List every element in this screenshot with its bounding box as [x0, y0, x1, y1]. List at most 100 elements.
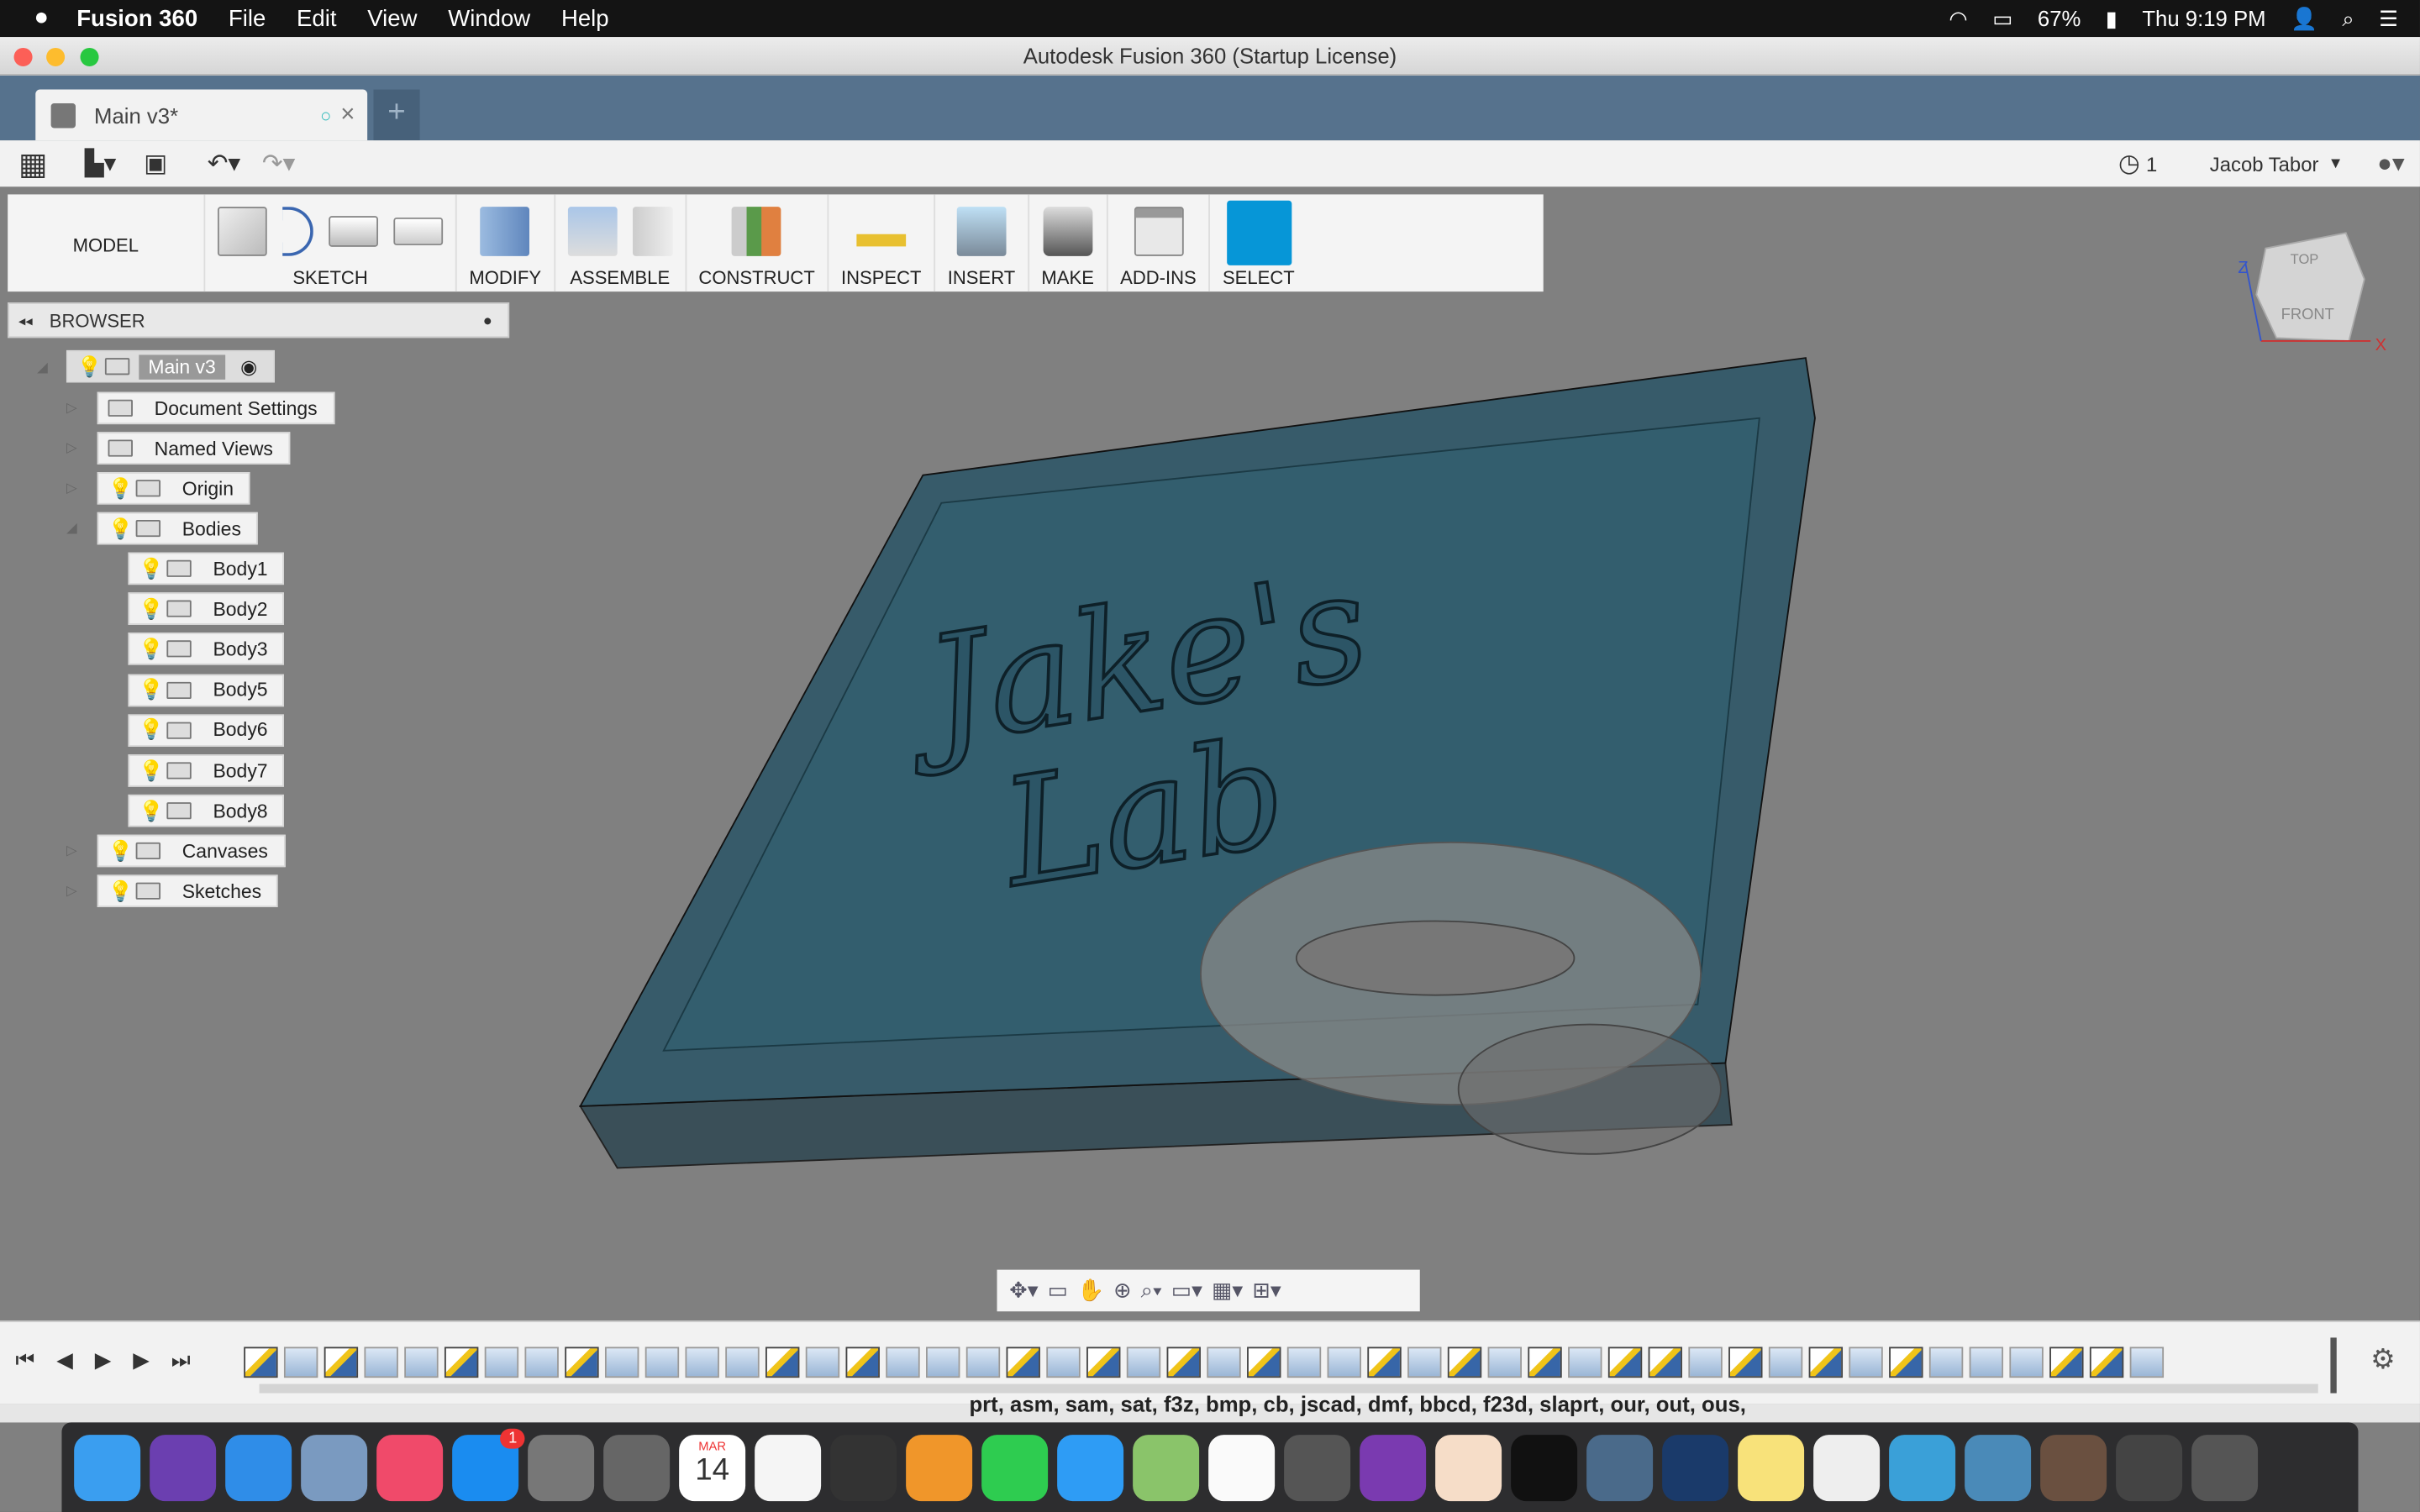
desktop-icon[interactable] — [2116, 1434, 2183, 1501]
timeline-extrude-icon[interactable] — [1046, 1347, 1081, 1378]
music-file-icon[interactable] — [1813, 1434, 1881, 1501]
photos-icon[interactable] — [755, 1434, 822, 1501]
timeline-sketch-icon[interactable] — [845, 1347, 880, 1378]
folder-icon[interactable] — [1965, 1434, 2032, 1501]
browser-options-icon[interactable]: ● — [483, 304, 492, 339]
terminal-icon[interactable] — [1511, 1434, 1578, 1501]
grid-icon[interactable]: ▦▾ — [1212, 1278, 1243, 1304]
activate-radio[interactable]: ◉ — [240, 354, 257, 378]
visibility-bulb-icon[interactable]: 💡 — [108, 476, 134, 501]
timeline-sketch-icon[interactable] — [1367, 1347, 1402, 1378]
visibility-bulb-icon[interactable]: 💡 — [139, 556, 164, 580]
visibility-bulb-icon[interactable]: 💡 — [139, 637, 164, 661]
visibility-bulb-icon[interactable]: 💡 — [108, 879, 134, 903]
timeline-fillet-icon[interactable] — [524, 1347, 559, 1378]
siri-icon[interactable] — [150, 1434, 217, 1501]
documents-icon[interactable] — [2040, 1434, 2107, 1501]
search-icon[interactable]: ⌕ — [2342, 5, 2354, 31]
timeline-sketch-icon[interactable] — [1808, 1347, 1844, 1378]
tree-body-item[interactable]: 💡 Body3 — [128, 633, 285, 666]
display-settings-icon[interactable]: ▭▾ — [1171, 1278, 1202, 1304]
timeline-sketch-icon[interactable] — [1648, 1347, 1683, 1378]
timeline-prev-icon[interactable]: ◀ — [56, 1347, 73, 1373]
viewcube-front[interactable]: FRONT — [2281, 305, 2334, 323]
timeline-sketch-icon[interactable] — [1889, 1347, 1923, 1378]
timeline-extrude-icon[interactable] — [1849, 1347, 1883, 1378]
tree-root[interactable]: 💡 Main v3 ◉ — [66, 349, 275, 383]
timeline-extrude-icon[interactable] — [1768, 1347, 1803, 1378]
help-icon[interactable]: ●▾ — [2377, 148, 2405, 179]
timeline-sketch-icon[interactable] — [565, 1347, 599, 1378]
viewcube-top[interactable]: TOP — [2291, 251, 2319, 267]
timeline-move-icon[interactable] — [725, 1347, 760, 1378]
maps-icon[interactable] — [1133, 1434, 1200, 1501]
tree-body-item[interactable]: 💡 Body7 — [128, 754, 285, 787]
apple-icon[interactable]: ● — [34, 5, 49, 33]
visibility-bulb-icon[interactable]: 💡 — [139, 799, 164, 823]
timeline-sketch-icon[interactable] — [2089, 1347, 2124, 1378]
close-tab-icon[interactable]: × — [340, 101, 355, 129]
menu-view[interactable]: View — [367, 5, 417, 31]
books-icon[interactable] — [1360, 1434, 1427, 1501]
timeline-play-icon[interactable]: ▶ — [95, 1347, 112, 1373]
notes-icon[interactable] — [1738, 1434, 1805, 1501]
tree-item[interactable]: 💡 Bodies — [97, 512, 259, 545]
timeline-extrude-icon[interactable] — [886, 1347, 920, 1378]
menu-file[interactable]: File — [229, 5, 266, 31]
visibility-bulb-icon[interactable]: 💡 — [139, 596, 164, 621]
trash-icon[interactable] — [2191, 1434, 2259, 1501]
expand-icon[interactable]: ▷ — [66, 843, 77, 859]
tree-body-item[interactable]: 💡 Body6 — [128, 714, 285, 747]
tree-item[interactable]: 💡 Canvases — [97, 834, 286, 868]
tree-body-item[interactable]: 💡 Body2 — [128, 592, 285, 626]
home-icon[interactable] — [906, 1434, 973, 1501]
fusion-360-icon[interactable] — [1435, 1434, 1502, 1501]
timeline-extrude-icon[interactable] — [965, 1347, 1001, 1378]
timeline-sketch-icon[interactable] — [1247, 1347, 1281, 1378]
file-menu-icon[interactable]: ▙▾ — [85, 148, 116, 179]
timeline-next-icon[interactable]: ▶ — [133, 1347, 150, 1373]
data-panel-icon[interactable]: ▦ — [18, 144, 48, 183]
downloads-icon[interactable] — [1889, 1434, 1956, 1501]
collapse-browser-icon[interactable]: ◂◂ — [18, 304, 33, 339]
expand-icon[interactable]: ▷ — [66, 480, 77, 496]
visibility-bulb-icon[interactable]: 💡 — [139, 718, 164, 743]
timeline-sketch-icon[interactable] — [765, 1347, 800, 1378]
menu-window[interactable]: Window — [448, 5, 530, 31]
timeline-sketch-icon[interactable] — [324, 1347, 359, 1378]
tree-item[interactable]: Named Views — [97, 432, 291, 465]
timeline-sketch-icon[interactable] — [1528, 1347, 1562, 1378]
viewports-icon[interactable]: ⊞▾ — [1252, 1278, 1281, 1304]
menu-edit[interactable]: Edit — [297, 5, 336, 31]
pan-icon[interactable]: ✋ — [1077, 1278, 1104, 1304]
save-icon[interactable]: ▣ — [144, 148, 167, 179]
menu-help[interactable]: Help — [561, 5, 609, 31]
tree-body-item[interactable]: 💡 Body8 — [128, 795, 285, 827]
textedit-icon[interactable] — [1208, 1434, 1276, 1501]
itunes-icon[interactable] — [376, 1434, 444, 1501]
timeline-sketch-icon[interactable] — [1607, 1347, 1643, 1378]
redo-icon[interactable]: ↷▾ — [262, 148, 295, 179]
timeline-fillet-icon[interactable] — [1969, 1347, 2004, 1378]
minimize-window-button[interactable] — [46, 47, 66, 66]
timeline-sketch-icon[interactable] — [1006, 1347, 1040, 1378]
user-icon[interactable]: 👤 — [2291, 5, 2317, 31]
timeline-extrude-icon[interactable] — [1407, 1347, 1442, 1378]
timeline-extrude-icon[interactable] — [805, 1347, 840, 1378]
visibility-bulb-icon[interactable]: 💡 — [108, 838, 134, 863]
chevron-down-icon[interactable]: ▼ — [2328, 155, 2343, 172]
timeline-extrude-icon[interactable] — [1327, 1347, 1361, 1378]
orbit-icon[interactable]: ✥▾ — [1009, 1278, 1038, 1304]
image-capture-icon[interactable] — [1586, 1434, 1654, 1501]
timeline-extrude-icon[interactable] — [364, 1347, 398, 1378]
timeline-sketch-icon[interactable] — [1447, 1347, 1482, 1378]
tree-body-item[interactable]: 💡 Body1 — [128, 552, 285, 585]
timeline-move-icon[interactable] — [644, 1347, 680, 1378]
tree-item[interactable]: 💡 Sketches — [97, 874, 279, 907]
timeline-extrude-icon[interactable] — [1126, 1347, 1161, 1378]
new-tab-button[interactable]: + — [373, 89, 420, 141]
tree-body-item[interactable]: 💡 Body5 — [128, 673, 285, 706]
close-window-button[interactable] — [13, 47, 33, 66]
menu-app[interactable]: Fusion 360 — [76, 5, 197, 31]
tree-item[interactable]: Document Settings — [97, 391, 334, 425]
